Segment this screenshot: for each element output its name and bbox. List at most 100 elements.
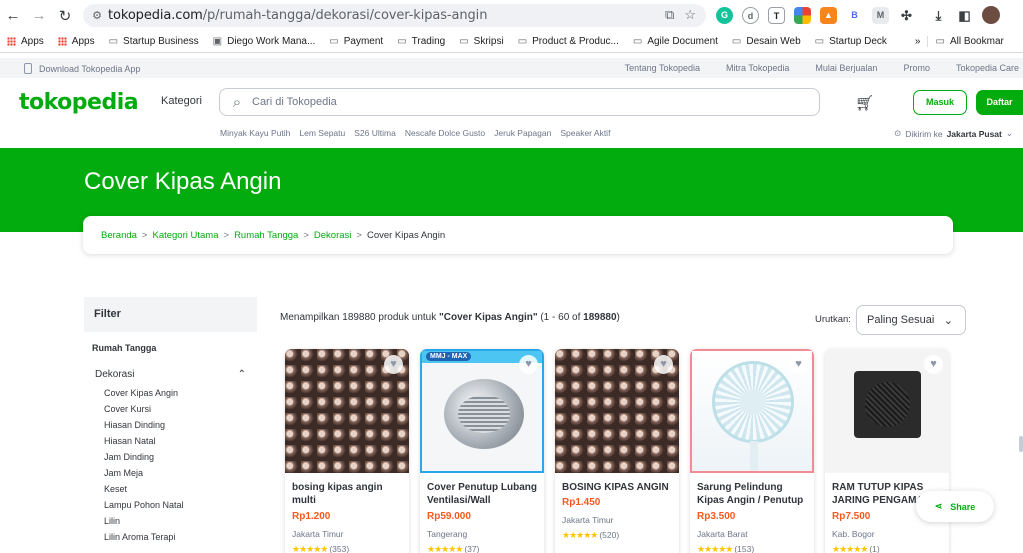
wishlist-heart-icon[interactable]: ♥ — [384, 355, 403, 374]
tt-icon[interactable]: T — [768, 6, 785, 24]
b-icon[interactable]: B — [846, 6, 863, 24]
link-tentang[interactable]: Tentang Tokopedia — [625, 63, 700, 73]
search-input[interactable] — [252, 96, 812, 108]
bookmark-payment[interactable]: ▭ Payment — [322, 36, 390, 47]
trending-link[interactable]: Lem Sepatu — [299, 128, 345, 138]
bookmarks-bar: Apps Apps ▭ Startup Business ▣ Diego Work … — [0, 31, 1023, 53]
register-button[interactable]: Daftar — [976, 90, 1023, 115]
site-info-icon[interactable]: ⚙ — [86, 9, 108, 22]
trending-link[interactable]: S26 Ultima — [354, 128, 396, 138]
vent-grill-shape — [458, 395, 510, 433]
product-card[interactable]: ♥ Sarung Pelindung Kipas Angin / Penutup… — [690, 349, 814, 553]
search-box[interactable]: ⌕ — [219, 88, 820, 116]
bookmark-desain-web[interactable]: ▭ Desain Web — [725, 36, 808, 47]
product-name[interactable]: Sarung Pelindung Kipas Angin / Penutup — [697, 481, 809, 507]
filter-subcategory[interactable]: Dekorasi ⌃ — [84, 353, 257, 380]
product-location: Tangerang — [427, 529, 468, 539]
breadcrumb-dekorasi[interactable]: Dekorasi — [314, 230, 352, 241]
bookmark-agile[interactable]: ▭ Agile Document — [626, 36, 725, 47]
breadcrumb-beranda[interactable]: Beranda — [101, 230, 137, 241]
filter-item[interactable]: Cover Kursi — [104, 404, 257, 420]
breadcrumb-kategori-utama[interactable]: Kategori Utama — [152, 230, 218, 241]
filter-category[interactable]: Rumah Tangga — [84, 332, 257, 353]
bookmark-star-icon[interactable]: ☆ — [684, 7, 696, 23]
reload-icon[interactable]: ↻ — [52, 7, 78, 25]
wishlist-heart-icon[interactable]: ♥ — [519, 355, 538, 374]
link-mulai-berjualan[interactable]: Mulai Berjualan — [815, 63, 877, 73]
share-button[interactable]: ⋖ Share — [916, 491, 994, 522]
download-app-link[interactable]: Download Tokopedia App — [24, 63, 140, 74]
filter-item[interactable]: Jam Dinding — [104, 452, 257, 468]
filter-item[interactable]: Hiasan Natal — [104, 436, 257, 452]
color-wheel-icon[interactable] — [794, 6, 811, 24]
filter-item[interactable]: Lilin — [104, 516, 257, 532]
bookmark-trading[interactable]: ▭ Trading — [390, 36, 452, 47]
wishlist-heart-icon[interactable]: ♥ — [789, 355, 808, 374]
bookmark-apps-1[interactable]: Apps — [0, 36, 51, 47]
product-rating: ★★★★★ (153) — [697, 544, 754, 553]
folder-icon: ▭ — [459, 36, 469, 47]
fan-guard-shape — [712, 361, 794, 443]
back-icon[interactable]: ← — [0, 7, 26, 24]
breadcrumb-separator: > — [223, 229, 230, 241]
breadcrumb-rumah-tangga[interactable]: Rumah Tangga — [234, 230, 298, 241]
top-links: Tentang Tokopedia Mitra Tokopedia Mulai … — [625, 63, 1019, 73]
link-care[interactable]: Tokopedia Care — [956, 63, 1019, 73]
filter-item[interactable]: Lilin Aroma Terapi — [104, 532, 257, 548]
trending-link[interactable]: Minyak Kayu Putih — [220, 128, 290, 138]
profile-avatar[interactable] — [982, 6, 1000, 24]
folder-icon: ▭ — [731, 36, 742, 47]
result-prefix: Menampilkan 189880 produk untuk — [280, 312, 439, 323]
product-name[interactable]: BOSING KIPAS ANGIN — [562, 481, 674, 494]
grammarly-icon[interactable]: G — [716, 6, 733, 24]
puzzle-icon[interactable]: ✣ — [898, 6, 915, 24]
bookmark-product[interactable]: ▭ Product & Produc... — [511, 36, 626, 47]
filter-item[interactable]: Jam Meja — [104, 468, 257, 484]
url-path: /p/rumah-tangga/dekorasi/cover-kipas-ang… — [202, 8, 488, 23]
download-app-label: Download Tokopedia App — [39, 63, 141, 74]
filter-item[interactable]: Hiasan Dinding — [104, 420, 257, 436]
filter-item[interactable]: Keset — [104, 484, 257, 500]
product-name[interactable]: Cover Penutup Lubang Ventilasi/Wall — [427, 481, 539, 507]
download-icon[interactable]: ⤓ — [930, 6, 947, 24]
filter-item[interactable]: Lampu Pohon Natal — [104, 500, 257, 516]
url-text[interactable]: tokopedia.com/p/rumah-tangga/dekorasi/co… — [108, 8, 487, 23]
sidepanel-icon[interactable]: ◧ — [956, 6, 973, 24]
product-card[interactable]: ♥ bosing kipas angin multi Rp1.200 Jakar… — [285, 349, 409, 553]
product-card[interactable]: ♥ BOSING KIPAS ANGIN Rp1.450 Jakarta Tim… — [555, 349, 679, 553]
scrollbar-thumb[interactable] — [1019, 436, 1023, 452]
bookmark-diego-work[interactable]: ▣ Diego Work Mana... — [206, 36, 323, 47]
shipping-location[interactable]: ⊙ Dikirim ke Jakarta Pusat ⌄ — [894, 128, 1013, 139]
address-bar[interactable]: ⚙ tokopedia.com/p/rumah-tangga/dekorasi/… — [83, 4, 706, 27]
login-button[interactable]: Masuk — [913, 90, 967, 115]
product-card[interactable]: ♥ RAM TUTUP KIPAS JARING PENGAMAN Rp7.50… — [825, 349, 949, 553]
trending-link[interactable]: Jeruk Papagan — [494, 128, 551, 138]
trending-link[interactable]: Speaker Aktif — [560, 128, 610, 138]
sort-dropdown[interactable]: Paling Sesuai ⌄ — [856, 305, 966, 335]
all-bookmarks[interactable]: ▭ All Bookmar — [927, 36, 1010, 47]
m-icon[interactable]: M — [872, 6, 889, 24]
forward-icon[interactable]: → — [26, 7, 52, 24]
wishlist-heart-icon[interactable]: ♥ — [654, 355, 673, 374]
trending-link[interactable]: Nescafe Dolce Gusto — [405, 128, 485, 138]
filter-item[interactable]: Cover Kipas Angin — [104, 388, 257, 404]
bookmarks-overflow-button[interactable]: » — [908, 36, 928, 47]
tokopedia-logo[interactable]: tokopedia — [19, 90, 139, 115]
bookmark-startup-deck[interactable]: ▭ Startup Deck — [808, 36, 894, 47]
bookmark-label: Skripsi — [473, 36, 504, 47]
link-mitra[interactable]: Mitra Tokopedia — [726, 63, 789, 73]
folder-icon: ▭ — [517, 36, 528, 47]
circle-icon[interactable]: d — [742, 6, 759, 24]
kategori-menu[interactable]: Kategori — [161, 95, 202, 107]
product-card[interactable]: MMJ - MAX ♥ Cover Penutup Lubang Ventila… — [420, 349, 544, 553]
install-app-icon[interactable]: ⧉ — [665, 7, 674, 23]
wishlist-heart-icon[interactable]: ♥ — [924, 355, 943, 374]
cart-icon[interactable]: 🛒︎ — [855, 94, 874, 112]
link-promo[interactable]: Promo — [903, 63, 930, 73]
product-name[interactable]: bosing kipas angin multi — [292, 481, 404, 507]
bookmark-startup-business[interactable]: ▭ Startup Business — [102, 36, 206, 47]
filter-list: Cover Kipas Angin Cover Kursi Hiasan Din… — [84, 380, 257, 548]
bookmark-apps-2[interactable]: Apps — [51, 36, 102, 47]
metamask-icon[interactable]: ▲ — [820, 6, 837, 24]
bookmark-skripsi[interactable]: ▭ Skripsi — [452, 36, 510, 47]
